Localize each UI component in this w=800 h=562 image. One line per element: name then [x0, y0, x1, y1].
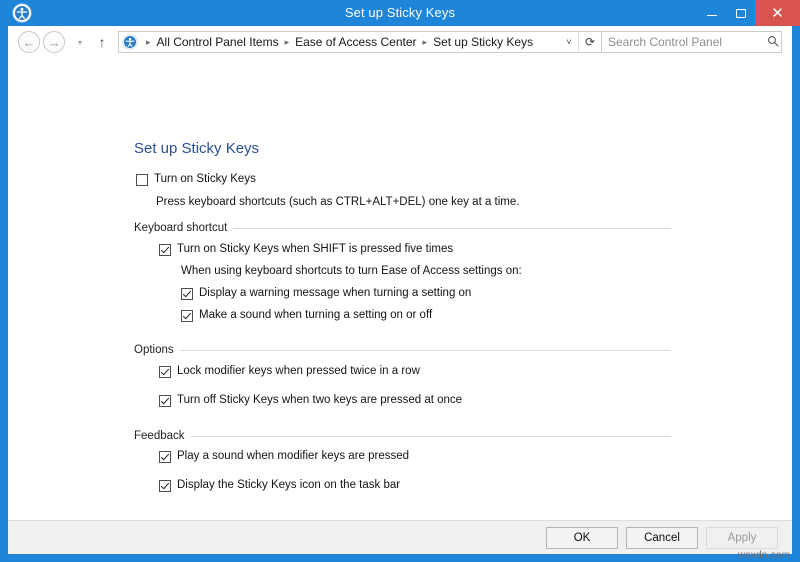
section-divider [179, 349, 671, 351]
breadcrumb-item-set-up-sticky-keys[interactable]: Set up Sticky Keys [432, 35, 534, 49]
refresh-button[interactable]: ⟳ [578, 32, 601, 52]
page-title: Set up Sticky Keys [134, 140, 260, 157]
address-ease-of-access-icon [122, 34, 138, 50]
breadcrumb-separator: ▸ [284, 36, 290, 47]
breadcrumb-separator: ▸ [146, 36, 151, 47]
settings-page: Set up Sticky Keys Turn on Sticky Keys P… [8, 58, 792, 520]
search-icon[interactable] [765, 35, 781, 50]
turn-off-two-keys-label: Turn off Sticky Keys when two keys are p… [177, 394, 463, 406]
display-warning-message-checkbox[interactable] [181, 288, 193, 300]
search-box[interactable] [602, 31, 782, 53]
checkbox-row-display-taskbar-icon[interactable]: Display the Sticky Keys icon on the task… [159, 479, 400, 492]
arrow-up-icon: ↑ [98, 34, 106, 50]
up-button[interactable]: ↑ [92, 34, 112, 50]
section-divider [233, 227, 671, 229]
display-warning-message-label: Display a warning message when turning a… [199, 287, 472, 299]
minimize-button[interactable] [698, 0, 726, 26]
ok-button[interactable]: OK [546, 526, 618, 549]
lock-modifier-keys-checkbox[interactable] [159, 366, 171, 378]
play-a-sound-label: Play a sound when modifier keys are pres… [177, 450, 410, 462]
chevron-down-icon: ▾ [77, 37, 82, 47]
address-bar[interactable]: ▸ All Control Panel Items ▸ Ease of Acce… [118, 31, 602, 53]
checkbox-row-display-warning-message[interactable]: Display a warning message when turning a… [181, 287, 471, 300]
make-a-sound-checkbox[interactable] [181, 310, 193, 322]
section-title: Options [134, 344, 174, 356]
chevron-down-icon: ˅ [566, 37, 572, 47]
checkbox-row-turn-on-sticky-keys[interactable]: Turn on Sticky Keys [136, 173, 256, 186]
section-header-keyboard-shortcut: Keyboard shortcut [134, 222, 671, 234]
forward-button[interactable]: → [43, 31, 65, 53]
maximize-icon [736, 8, 746, 18]
close-button[interactable]: ✕ [755, 0, 800, 26]
minimize-icon [707, 15, 717, 16]
forward-icon: → [47, 34, 61, 50]
turn-on-sticky-keys-checkbox[interactable] [136, 174, 148, 186]
dialog-button-bar: OK Cancel Apply [8, 520, 792, 554]
navigation-bar: ← → ▾ ↑ ▸ All Control Panel Items ▸ Ease… [8, 26, 792, 58]
display-taskbar-icon-label: Display the Sticky Keys icon on the task… [177, 479, 401, 491]
breadcrumb-item-all-control-panel-items[interactable]: All Control Panel Items [156, 35, 280, 49]
recent-locations-button[interactable]: ▾ [72, 38, 88, 47]
back-icon: ← [22, 34, 36, 50]
keyboard-shortcut-subheading: When using keyboard shortcuts to turn Ea… [181, 265, 522, 277]
section-title: Keyboard shortcut [134, 222, 228, 234]
breadcrumb-separator: ▸ [422, 36, 428, 47]
window-title: Set up Sticky Keys [344, 5, 456, 20]
apply-button: Apply [706, 526, 778, 549]
section-divider [190, 435, 671, 437]
shift-five-times-label: Turn on Sticky Keys when SHIFT is presse… [177, 243, 454, 255]
display-taskbar-icon-checkbox[interactable] [159, 480, 171, 492]
ease-of-access-icon [12, 3, 32, 23]
cancel-button[interactable]: Cancel [626, 526, 698, 549]
checkbox-row-make-a-sound[interactable]: Make a sound when turning a setting on o… [181, 309, 432, 322]
refresh-icon: ⟳ [584, 35, 596, 49]
window-frame: Set up Sticky Keys ✕ ← → ▾ ↑ ▸ All Contr… [0, 0, 800, 562]
lock-modifier-keys-label: Lock modifier keys when pressed twice in… [177, 365, 420, 377]
section-title: Feedback [134, 430, 185, 442]
checkbox-row-lock-modifier-keys[interactable]: Lock modifier keys when pressed twice in… [159, 365, 420, 378]
search-input[interactable] [602, 34, 765, 50]
turn-off-two-keys-checkbox[interactable] [159, 395, 171, 407]
make-a-sound-label: Make a sound when turning a setting on o… [199, 309, 433, 321]
play-a-sound-checkbox[interactable] [159, 451, 171, 463]
section-header-options: Options [134, 344, 671, 356]
watermark: wsxdn.com [738, 550, 790, 561]
breadcrumb-item-ease-of-access-center[interactable]: Ease of Access Center [294, 35, 417, 49]
checkbox-row-turn-off-two-keys[interactable]: Turn off Sticky Keys when two keys are p… [159, 394, 462, 407]
turn-on-sticky-keys-label: Turn on Sticky Keys [154, 173, 256, 185]
title-bar[interactable]: Set up Sticky Keys ✕ [0, 0, 800, 26]
close-icon: ✕ [771, 4, 784, 22]
shift-five-times-checkbox[interactable] [159, 244, 171, 256]
main-description: Press keyboard shortcuts (such as CTRL+A… [156, 196, 520, 208]
address-dropdown-button[interactable]: ˅ [560, 37, 578, 47]
section-header-feedback: Feedback [134, 430, 671, 442]
client-area: ← → ▾ ↑ ▸ All Control Panel Items ▸ Ease… [8, 26, 792, 554]
checkbox-row-shift-five-times[interactable]: Turn on Sticky Keys when SHIFT is presse… [159, 243, 453, 256]
back-button[interactable]: ← [18, 31, 40, 53]
checkbox-row-play-a-sound[interactable]: Play a sound when modifier keys are pres… [159, 450, 409, 463]
maximize-button[interactable] [727, 0, 755, 26]
